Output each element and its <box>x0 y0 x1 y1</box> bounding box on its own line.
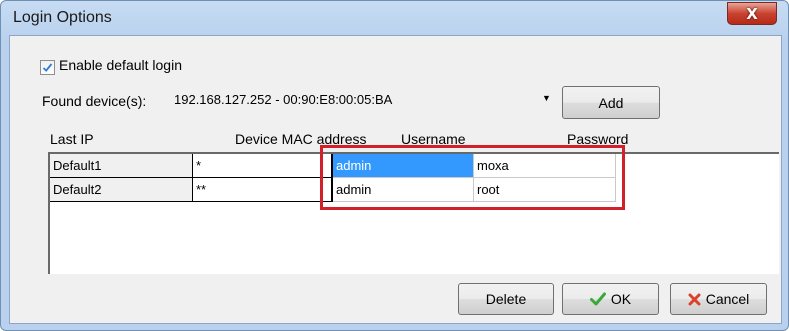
cancel-button[interactable]: Cancel <box>670 283 767 315</box>
cancel-label: Cancel <box>705 291 750 307</box>
found-devices-value: 192.168.127.252 - 00:90:E8:00:05:BA <box>174 92 393 107</box>
close-button[interactable]: X <box>727 2 777 25</box>
red-x-icon <box>688 293 701 305</box>
ok-button[interactable]: OK <box>562 283 659 315</box>
green-checkmark-icon <box>589 292 606 306</box>
checkmark-icon <box>42 63 53 72</box>
login-options-dialog: Login Options X Enable default login Fou… <box>0 0 789 331</box>
credentials-highlight-box <box>320 145 625 210</box>
found-devices-dropdown[interactable]: 192.168.127.252 - 00:90:E8:00:05:BA ▼ <box>170 89 556 111</box>
add-button[interactable]: Add <box>562 86 660 119</box>
cell-mac[interactable]: ** <box>193 178 333 202</box>
enable-default-login-label: Enable default login <box>59 57 182 73</box>
cell-last-ip[interactable]: Default2 <box>50 178 193 202</box>
ok-label: OK <box>610 291 632 307</box>
delete-button[interactable]: Delete <box>458 283 554 315</box>
column-header-last-ip: Last IP <box>50 131 94 147</box>
cell-mac[interactable]: * <box>193 154 333 178</box>
close-icon: X <box>746 4 758 23</box>
dialog-body: Enable default login Found device(s): 19… <box>9 35 782 324</box>
cell-last-ip[interactable]: Default1 <box>50 154 193 178</box>
dropdown-arrow-icon: ▼ <box>542 93 551 103</box>
title-bar[interactable]: Login Options X <box>1 1 788 35</box>
window-title: Login Options <box>13 9 112 26</box>
found-devices-label: Found device(s): <box>42 93 147 109</box>
enable-default-login-checkbox[interactable] <box>40 60 55 75</box>
